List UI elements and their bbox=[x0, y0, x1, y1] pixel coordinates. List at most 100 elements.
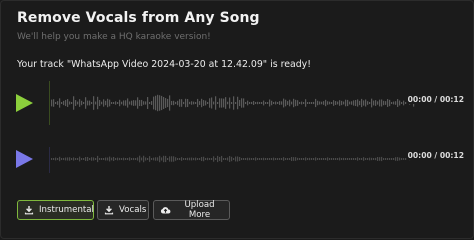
waveform-bar bbox=[337, 158, 339, 160]
waveform-bar bbox=[137, 97, 139, 109]
waveform-bar bbox=[383, 158, 385, 160]
waveform-bar bbox=[381, 156, 383, 162]
upload-more-button[interactable]: Upload More bbox=[153, 200, 230, 220]
waveform-bar bbox=[373, 158, 375, 160]
instrumental-playhead[interactable] bbox=[49, 81, 50, 125]
waveform-bar bbox=[165, 155, 167, 163]
waveform-bar bbox=[207, 102, 209, 104]
waveform-bar bbox=[135, 158, 137, 160]
waveform-bar bbox=[309, 157, 311, 161]
waveform-bar bbox=[275, 101, 277, 105]
waveform-bar bbox=[317, 100, 319, 106]
vocal-remover-panel: Remove Vocals from Any Song We'll help y… bbox=[0, 0, 474, 239]
waveform-bar bbox=[353, 100, 355, 106]
waveform-bar bbox=[353, 158, 355, 160]
waveform-bar bbox=[357, 99, 359, 107]
waveform-bar bbox=[209, 98, 211, 108]
waveform-bar bbox=[161, 95, 163, 111]
waveform-bar bbox=[331, 102, 333, 104]
download-icon bbox=[104, 206, 114, 215]
waveform-bar bbox=[201, 98, 203, 108]
waveform-bar bbox=[217, 155, 219, 163]
waveform-bar bbox=[377, 101, 379, 105]
waveform-bar bbox=[51, 99, 53, 107]
waveform-bar bbox=[381, 99, 383, 107]
waveform-bar bbox=[343, 101, 345, 105]
waveform-bar bbox=[245, 102, 247, 104]
waveform-bar bbox=[119, 99, 121, 107]
waveform-bar bbox=[317, 158, 319, 160]
waveform-bar bbox=[375, 100, 377, 106]
instrumental-play-button[interactable] bbox=[16, 94, 33, 112]
waveform-bar bbox=[189, 101, 191, 105]
waveform-bar bbox=[373, 100, 375, 106]
waveform-bar bbox=[379, 99, 381, 107]
waveform-bar bbox=[395, 101, 397, 105]
waveform-bar bbox=[129, 101, 131, 105]
waveform-bar bbox=[247, 157, 249, 161]
waveform-bar bbox=[295, 157, 297, 161]
waveform-bar bbox=[177, 100, 179, 106]
waveform-bar bbox=[81, 158, 83, 160]
waveform-bar bbox=[345, 158, 347, 160]
waveform-bar bbox=[241, 98, 243, 108]
waveform-bar bbox=[87, 100, 89, 106]
waveform-bar bbox=[347, 158, 349, 160]
instrumental-waveform[interactable] bbox=[47, 81, 467, 125]
waveform-bar bbox=[387, 99, 389, 107]
waveform-bar bbox=[85, 157, 87, 161]
waveform-bar bbox=[151, 158, 153, 160]
waveform-bar bbox=[157, 157, 159, 161]
waveform-bar bbox=[393, 101, 395, 105]
waveform-bar bbox=[175, 101, 177, 105]
waveform-bar bbox=[93, 157, 95, 161]
waveform-bar bbox=[155, 157, 157, 161]
waveform-bar bbox=[109, 156, 111, 162]
waveform-bar bbox=[99, 99, 101, 107]
waveform-bar bbox=[217, 102, 219, 104]
waveform-bar bbox=[241, 158, 243, 160]
waveform-bar bbox=[139, 155, 141, 163]
waveform-bar bbox=[87, 156, 89, 162]
waveform-bar bbox=[339, 100, 341, 106]
waveform-bar bbox=[263, 157, 265, 161]
waveform-bar bbox=[239, 157, 241, 161]
waveform-bar bbox=[111, 102, 113, 104]
waveform-bar bbox=[385, 158, 387, 160]
waveform-bar bbox=[187, 157, 189, 161]
waveform-bar bbox=[103, 99, 105, 107]
vocals-play-button[interactable] bbox=[16, 150, 33, 168]
waveform-bar bbox=[167, 158, 169, 160]
waveform-bar bbox=[351, 158, 353, 160]
waveform-bar bbox=[193, 101, 195, 105]
waveform-bar bbox=[155, 95, 157, 111]
waveform-bar bbox=[327, 157, 329, 161]
waveform-bar bbox=[337, 101, 339, 105]
vocals-waveform[interactable] bbox=[47, 137, 467, 181]
waveform-bar bbox=[125, 100, 127, 106]
waveform-bar bbox=[159, 155, 161, 163]
vocals-playhead[interactable] bbox=[49, 147, 50, 173]
waveform-bar bbox=[267, 158, 269, 160]
waveform-bar bbox=[255, 157, 257, 161]
waveform-bar bbox=[359, 100, 361, 106]
waveform-bar bbox=[257, 158, 259, 160]
waveform-bar bbox=[367, 158, 369, 160]
waveform-bar bbox=[283, 157, 285, 161]
waveform-bar bbox=[379, 157, 381, 161]
waveform-bar bbox=[349, 158, 351, 160]
waveform-bar bbox=[313, 101, 315, 105]
waveform-bar bbox=[153, 157, 155, 161]
waveform-bar bbox=[253, 101, 255, 105]
waveform-bar bbox=[243, 158, 245, 160]
download-instrumental-button[interactable]: Instrumental bbox=[17, 200, 94, 220]
waveform-bar bbox=[365, 158, 367, 160]
waveform-bar bbox=[367, 101, 369, 105]
waveform-bar bbox=[231, 156, 233, 162]
waveform-bar bbox=[101, 101, 103, 105]
waveform-bar bbox=[401, 102, 403, 104]
waveform-bar bbox=[121, 158, 123, 160]
download-vocals-button[interactable]: Vocals bbox=[97, 200, 149, 220]
waveform-bar bbox=[85, 97, 87, 109]
waveform-bar bbox=[181, 157, 183, 161]
